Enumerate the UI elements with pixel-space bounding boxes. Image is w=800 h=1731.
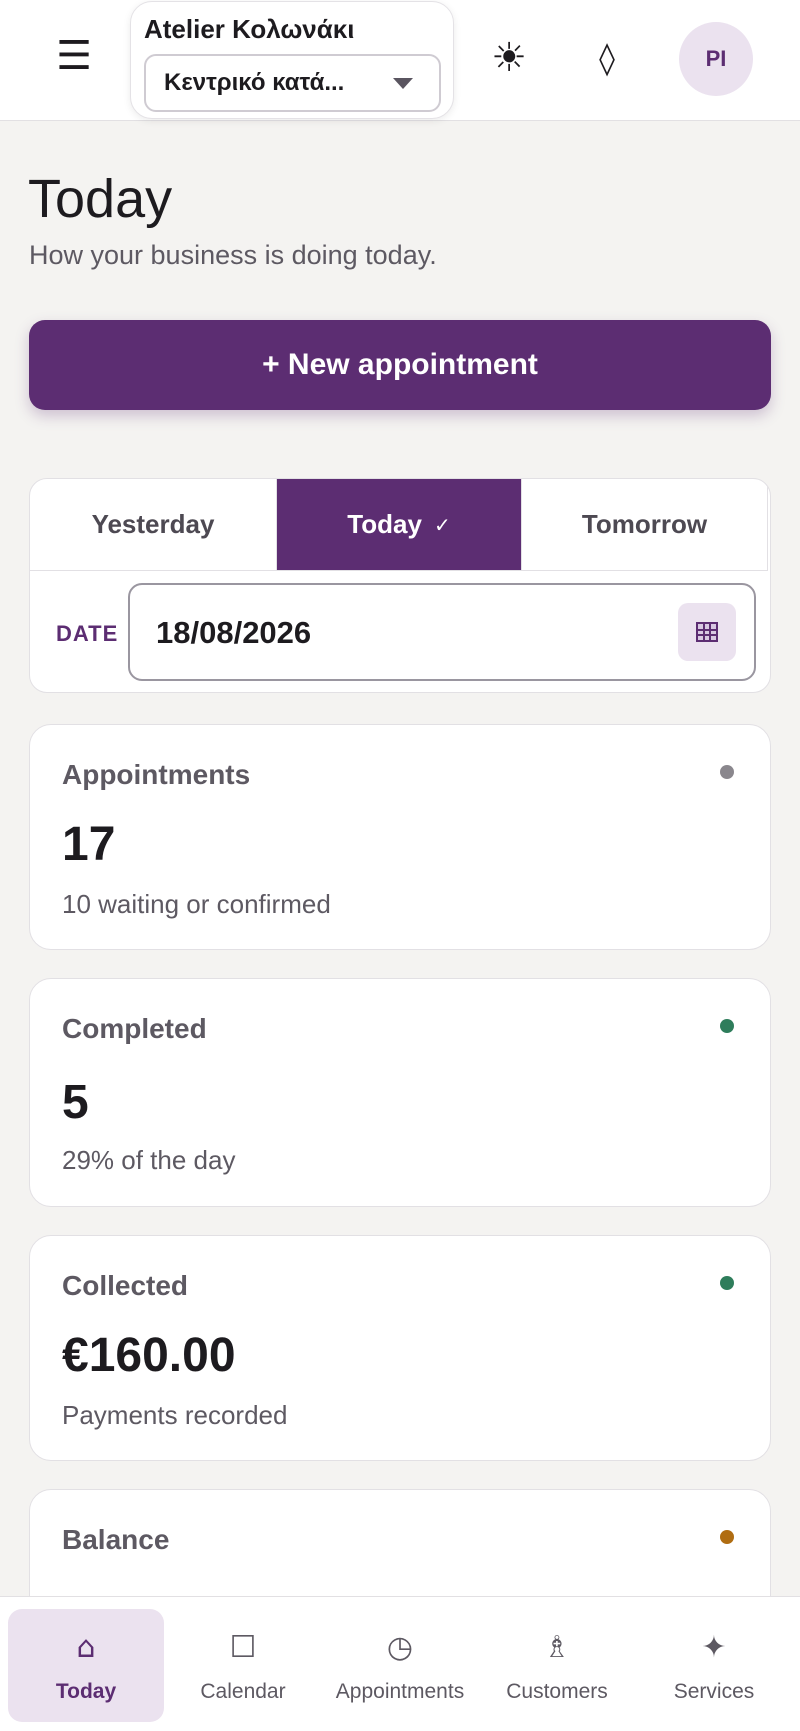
stat-title: Appointments — [62, 759, 251, 790]
nav-item-customers[interactable]: ♗ Customers — [479, 1609, 635, 1722]
stat-title: Balance — [62, 1524, 170, 1555]
stat-title: Completed — [62, 1013, 207, 1044]
nav-label: Services — [673, 1679, 755, 1703]
tab-today[interactable]: Today ✓ — [277, 479, 522, 571]
stat-card-completed[interactable]: Completed 5 29% of the day — [29, 978, 771, 1207]
page-title: Today — [28, 169, 173, 229]
tab-today-label: Today — [347, 509, 422, 539]
status-dot — [720, 765, 734, 779]
calendar-icon — [696, 622, 718, 642]
stat-subtitle: Payments recorded — [62, 1400, 288, 1430]
top-bar: ☰ Atelier Κολωνάκι Κεντρικό κατά... ☀ ◊ … — [0, 0, 800, 121]
tab-tomorrow-label: Tomorrow — [581, 509, 708, 539]
date-label: DATE — [56, 621, 119, 646]
stat-card-collected[interactable]: Collected €160.00 Payments recorded — [29, 1235, 771, 1461]
date-input[interactable]: 18/08/2026 — [128, 583, 756, 681]
stat-card-appointments[interactable]: Appointments 17 10 waiting or confirmed — [29, 724, 771, 950]
status-dot — [720, 1019, 734, 1033]
stat-subtitle: 29% of the day — [62, 1145, 236, 1175]
nav-label: Calendar — [200, 1679, 286, 1703]
check-icon: ✓ — [433, 512, 451, 537]
menu-icon[interactable]: ☰ — [44, 26, 104, 86]
location-selected-value: Κεντρικό κατά... — [164, 69, 345, 96]
stat-value: 5 — [62, 1076, 89, 1129]
nav-label: Customers — [506, 1679, 608, 1703]
nav-item-appointments[interactable]: ◷ Appointments — [322, 1609, 478, 1722]
nav-item-today[interactable]: ⌂ Today — [8, 1609, 164, 1722]
organization-switcher[interactable]: Atelier Κολωνάκι Κεντρικό κατά... — [130, 1, 454, 119]
sun-icon[interactable]: ☀ — [481, 30, 537, 86]
date-picker-button[interactable] — [678, 603, 736, 661]
tab-yesterday[interactable]: Yesterday — [30, 479, 277, 571]
nav-label: Today — [55, 1679, 117, 1703]
tab-yesterday-label: Yesterday — [91, 509, 215, 539]
status-dot — [720, 1530, 734, 1544]
date-value: 18/08/2026 — [156, 615, 312, 650]
person-icon: ♗ — [543, 1629, 571, 1665]
chevron-down-icon — [393, 78, 413, 89]
home-icon: ⌂ — [76, 1629, 96, 1665]
nav-item-calendar[interactable]: ☐ Calendar — [165, 1609, 321, 1722]
nav-label: Appointments — [335, 1679, 465, 1703]
organization-name: Atelier Κολωνάκι — [144, 14, 355, 44]
avatar[interactable]: PI — [679, 22, 753, 96]
calendar-icon: ☐ — [229, 1629, 257, 1665]
page-subtitle: How your business is doing today. — [29, 240, 437, 270]
nav-item-services[interactable]: ✦ Services — [636, 1609, 792, 1722]
stat-subtitle: 10 waiting or confirmed — [62, 889, 331, 919]
bottom-navigation: ⌂ Today ☐ Calendar ◷ Appointments ♗ Cust… — [0, 1596, 800, 1731]
stat-title: Collected — [62, 1270, 189, 1301]
sparkle-icon: ✦ — [701, 1629, 727, 1665]
location-select[interactable]: Κεντρικό κατά... — [144, 54, 441, 112]
stat-value: €160.00 — [62, 1329, 236, 1382]
new-appointment-button[interactable]: + New appointment — [29, 320, 771, 410]
tab-tomorrow[interactable]: Tomorrow — [522, 479, 768, 571]
day-switcher-card: Yesterday Today ✓ Tomorrow DATE 18/08/20… — [29, 478, 771, 693]
diamond-icon[interactable]: ◊ — [579, 30, 635, 86]
clock-icon: ◷ — [386, 1629, 414, 1665]
status-dot — [720, 1276, 734, 1290]
stat-value: 17 — [62, 818, 116, 871]
